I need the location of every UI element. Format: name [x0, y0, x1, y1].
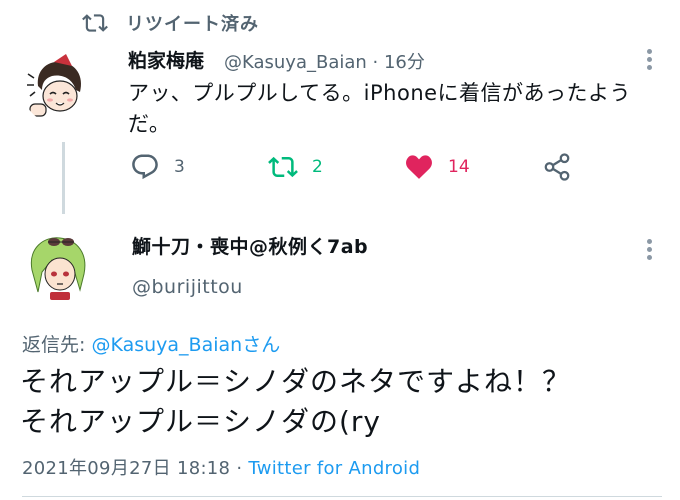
like-button[interactable]: 14: [404, 150, 470, 184]
share-icon: [544, 153, 570, 181]
reply-count: 3: [174, 157, 185, 177]
reply-text-line-2: それアップル＝シノダの(ry: [20, 405, 382, 438]
retweet-header-text: リツイート済み: [126, 14, 259, 35]
tweet-text: アッ、プルプルしてる。iPhoneに着信があったようだ。: [128, 81, 632, 136]
timestamp[interactable]: 2021年09月27日 18:18 ·: [22, 458, 248, 479]
reply-icon: [132, 154, 158, 180]
source-link[interactable]: Twitter for Android: [248, 458, 420, 479]
author-avatar[interactable]: [22, 52, 94, 124]
retweet-icon: [268, 156, 298, 178]
reply-text-line-1: それアップル＝シノダのネタですよね！？: [20, 365, 572, 398]
author-handle-time[interactable]: @Kasuya_Baian · 16分: [224, 48, 425, 74]
divider: [22, 496, 662, 497]
replying-to-link[interactable]: @Kasuya_Baianさん: [91, 334, 280, 356]
replying-to: 返信先: @Kasuya_Baianさん: [22, 330, 280, 357]
retweet-count: 2: [312, 157, 323, 177]
author-name[interactable]: 粕家梅庵: [128, 46, 204, 73]
share-button[interactable]: [542, 150, 572, 184]
reply-author-avatar[interactable]: [22, 230, 94, 302]
thread-line: [62, 142, 65, 214]
reply-text: それアップル＝シノダのネタですよね！？ それアップル＝シノダの(ry: [20, 362, 670, 442]
tweet-metadata: 2021年09月27日 18:18 · Twitter for Android: [22, 454, 420, 480]
more-options-icon[interactable]: [647, 46, 653, 73]
reply-button[interactable]: 3: [130, 150, 185, 184]
retweet-header: リツイート済み: [82, 8, 259, 38]
reply-author-handle[interactable]: @burijittou: [132, 276, 243, 298]
more-options-icon[interactable]: [647, 236, 653, 263]
like-count: 14: [448, 157, 470, 177]
retweet-icon: [82, 14, 108, 32]
heart-icon: [406, 155, 432, 179]
reply-author-name[interactable]: 鰤十刀・喪中@秋例く7ab: [132, 232, 368, 259]
retweet-button[interactable]: 2: [268, 150, 323, 184]
replying-to-prefix: 返信先:: [22, 334, 92, 356]
